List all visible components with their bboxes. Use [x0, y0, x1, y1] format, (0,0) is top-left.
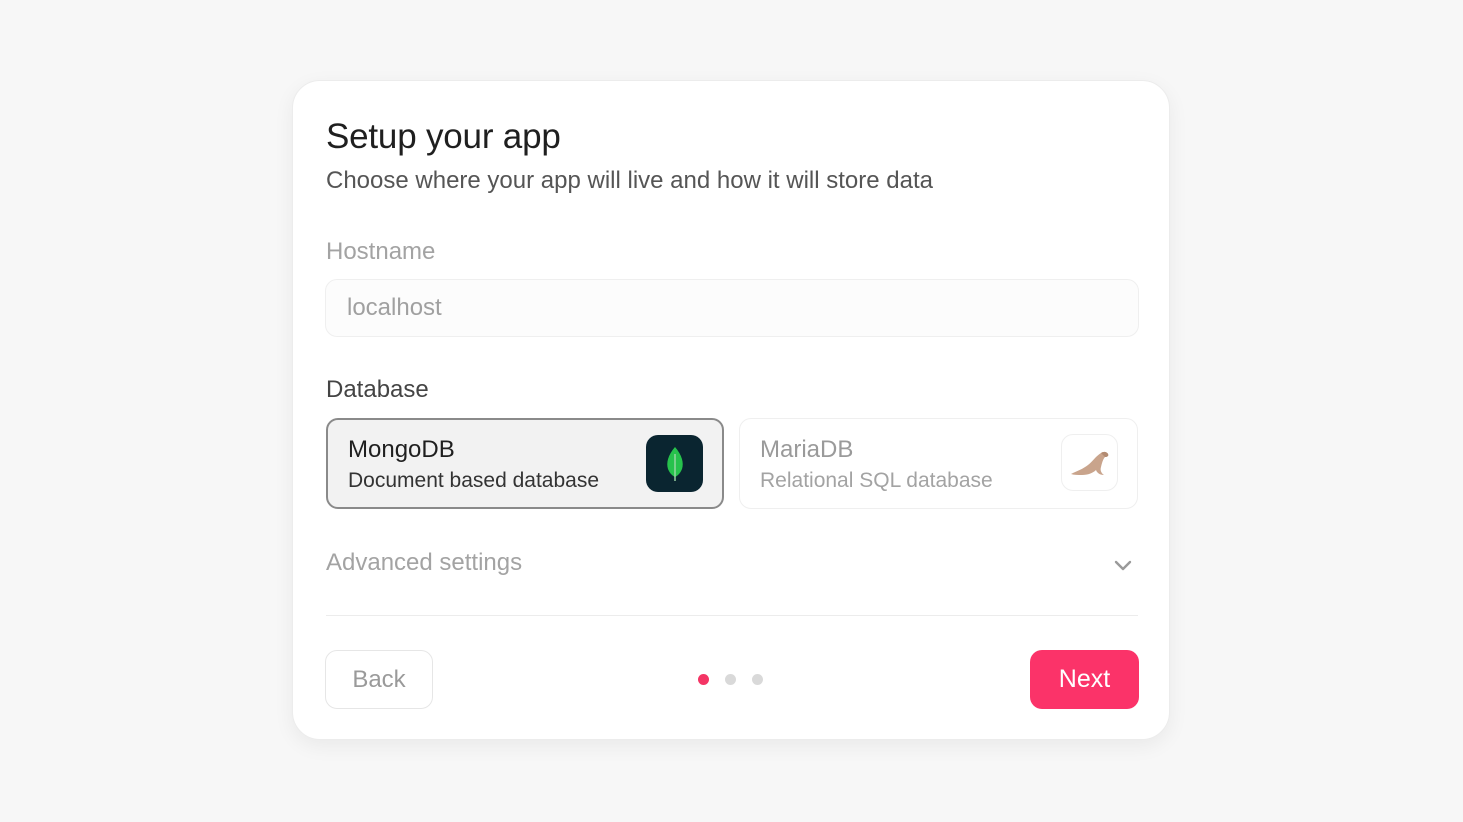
- database-option-description: Document based database: [348, 469, 600, 492]
- page-subtitle: Choose where your app will live and how …: [326, 167, 933, 194]
- advanced-settings-label: Advanced settings: [326, 549, 523, 576]
- step-indicator: [698, 674, 763, 686]
- divider: [326, 615, 1138, 616]
- database-option-description: Relational SQL database: [760, 469, 993, 492]
- step-dot-3: [752, 674, 763, 685]
- hostname-label: Hostname: [326, 238, 436, 265]
- step-dot-1: [698, 674, 709, 685]
- database-option-mariadb[interactable]: MariaDB Relational SQL database: [739, 418, 1138, 509]
- page-title: Setup your app: [326, 117, 561, 156]
- back-button[interactable]: Back: [325, 650, 433, 709]
- database-option-name: MongoDB: [348, 436, 455, 463]
- mongodb-leaf-icon: [646, 435, 703, 492]
- chevron-down-icon: [1114, 560, 1132, 571]
- step-dot-2: [725, 674, 736, 685]
- next-button[interactable]: Next: [1030, 650, 1139, 709]
- mariadb-seal-icon: [1061, 434, 1118, 491]
- setup-card: Setup your app Choose where your app wil…: [292, 80, 1170, 740]
- database-label: Database: [326, 376, 429, 403]
- advanced-settings-toggle[interactable]: Advanced settings: [326, 546, 1140, 586]
- hostname-input[interactable]: [325, 279, 1139, 337]
- database-option-name: MariaDB: [760, 436, 854, 463]
- database-option-mongodb[interactable]: MongoDB Document based database: [326, 418, 724, 509]
